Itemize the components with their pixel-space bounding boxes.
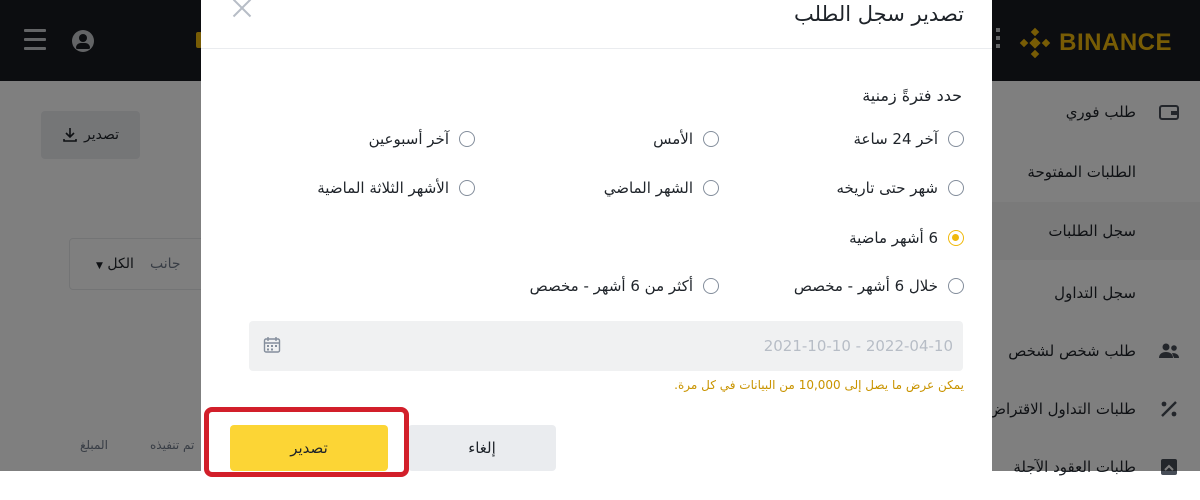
radio-last-month[interactable]: الشهر الماضي [604, 179, 719, 197]
data-limit-note: يمكن عرض ما يصل إلى 10,000 من البيانات ف… [674, 378, 964, 392]
radio-circle[interactable] [459, 180, 475, 196]
radio-circle[interactable] [948, 278, 964, 294]
radio-circle-selected[interactable] [948, 230, 964, 246]
divider [201, 48, 992, 49]
radio-label: خلال 6 أشهر - مخصص [793, 277, 938, 295]
radio-circle[interactable] [703, 180, 719, 196]
radio-last-24-hours[interactable]: آخر 24 ساعة [854, 130, 964, 148]
radio-label: شهر حتى تاريخه [836, 179, 938, 197]
radio-circle[interactable] [459, 131, 475, 147]
dialog-title: تصدير سجل الطلب [794, 2, 964, 26]
radio-circle[interactable] [703, 278, 719, 294]
radio-last-three-months[interactable]: الأشهر الثلاثة الماضية [317, 179, 475, 197]
radio-label: أكثر من 6 أشهر - مخصص [529, 277, 693, 295]
radio-circle[interactable] [948, 180, 964, 196]
highlight-annotation [204, 407, 409, 477]
radio-label: آخر 24 ساعة [853, 130, 938, 148]
radio-label: آخر أسبوعين [368, 130, 449, 148]
radio-yesterday[interactable]: الأمس [653, 130, 719, 148]
date-range-value: 2021-10-10 - 2022-04-10 [763, 337, 953, 355]
radio-last-two-weeks[interactable]: آخر أسبوعين [369, 130, 475, 148]
time-period-label: حدد فترةً زمنية [862, 86, 962, 105]
radio-label: الشهر الماضي [603, 179, 693, 197]
radio-circle[interactable] [948, 131, 964, 147]
radio-label: الأمس [653, 130, 693, 148]
radio-over-six-months-custom[interactable]: أكثر من 6 أشهر - مخصص [530, 277, 719, 295]
close-icon[interactable] [231, 0, 253, 20]
radio-label: الأشهر الثلاثة الماضية [317, 179, 449, 197]
radio-label: 6 أشهر ماضية [849, 229, 938, 247]
calendar-icon [263, 337, 281, 353]
radio-last-six-months[interactable]: 6 أشهر ماضية [849, 229, 964, 247]
radio-circle[interactable] [703, 131, 719, 147]
radio-within-six-months-custom[interactable]: خلال 6 أشهر - مخصص [794, 277, 964, 295]
radio-month-to-date[interactable]: شهر حتى تاريخه [837, 179, 964, 197]
cancel-button[interactable]: إلغاء [408, 425, 556, 471]
date-range-field[interactable]: 2021-10-10 - 2022-04-10 [249, 321, 963, 371]
